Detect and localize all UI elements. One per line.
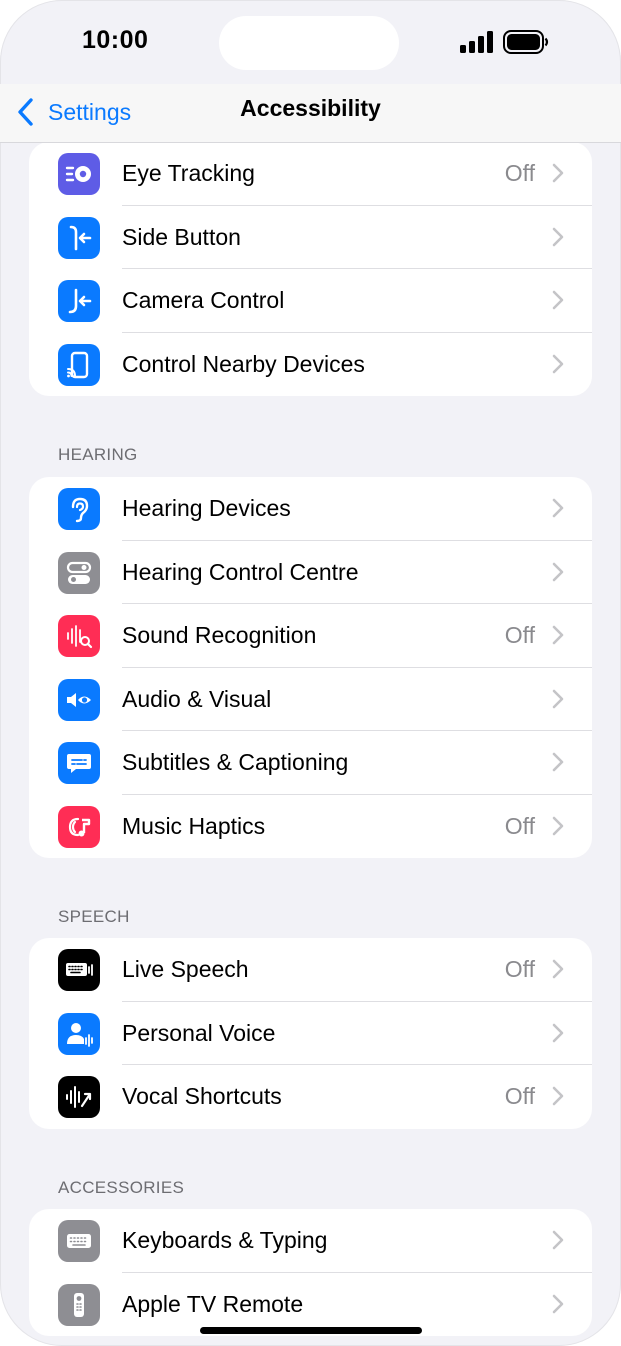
- row-value: Off: [504, 160, 535, 186]
- captions-icon: [58, 742, 100, 784]
- list-item-eye-tracking[interactable]: Eye Tracking Off: [29, 143, 592, 206]
- list-item-live-speech[interactable]: Live Speech Off: [29, 938, 592, 1002]
- row-label: Eye Tracking: [122, 160, 255, 186]
- list-item-keyboards-typing[interactable]: Keyboards & Typing: [29, 1209, 592, 1273]
- phone-screen: 10:00 Settings Accessibility Eye Trackin…: [0, 0, 621, 1346]
- row-label: Subtitles & Captioning: [122, 749, 349, 775]
- row-value: Off: [504, 622, 535, 648]
- section-header-hearing: HEARING: [58, 445, 138, 464]
- nearby-devices-icon: [58, 343, 100, 386]
- page-title: Accessibility: [240, 95, 381, 121]
- chevron-right-icon: [552, 290, 564, 310]
- list-item-subtitles-captioning[interactable]: Subtitles & Captioning: [29, 731, 592, 795]
- navigation-bar: Settings Accessibility: [0, 84, 621, 143]
- list-item-side-button[interactable]: Side Button: [29, 206, 592, 269]
- row-label: Hearing Control Centre: [122, 558, 359, 585]
- chevron-right-icon: [552, 689, 564, 708]
- list-item-control-nearby-devices[interactable]: Control Nearby Devices: [29, 333, 592, 397]
- chevron-right-icon: [552, 1294, 564, 1313]
- row-label: Side Button: [122, 223, 241, 250]
- home-indicator[interactable]: [200, 1327, 422, 1334]
- accessories-group: Keyboards & Typing Apple TV Remote: [29, 1209, 592, 1336]
- list-item-vocal-shortcuts[interactable]: Vocal Shortcuts Off: [29, 1065, 592, 1129]
- keyboard-wave-icon: [58, 949, 100, 991]
- chevron-right-icon: [552, 625, 564, 645]
- status-time: 10:00: [82, 26, 149, 54]
- battery-icon: [503, 30, 549, 54]
- section-header-accessories: ACCESSORIES: [58, 1178, 185, 1197]
- chevron-right-icon: [552, 752, 564, 772]
- chevron-right-icon: [552, 1086, 564, 1106]
- settings-list[interactable]: Eye Tracking Off Side Button Camera Cont…: [0, 143, 621, 1346]
- row-label: Control Nearby Devices: [122, 350, 365, 377]
- keyboard-icon: [58, 1220, 100, 1262]
- list-item-camera-control[interactable]: Camera Control: [29, 269, 592, 333]
- chevron-right-icon: [552, 354, 564, 373]
- waveform-arrow-icon: [58, 1076, 100, 1118]
- list-item-personal-voice[interactable]: Personal Voice: [29, 1002, 592, 1065]
- eye-tracking-icon: [58, 153, 100, 195]
- row-label: Keyboards & Typing: [122, 1227, 328, 1253]
- row-label: Personal Voice: [122, 1019, 276, 1046]
- list-item-hearing-devices[interactable]: Hearing Devices: [29, 477, 592, 541]
- row-label: Hearing Devices: [122, 495, 291, 521]
- row-label: Sound Recognition: [122, 622, 317, 648]
- row-label: Audio & Visual: [122, 685, 272, 712]
- row-value: Off: [504, 812, 535, 839]
- person-wave-icon: [58, 1012, 100, 1055]
- audio-visual-icon: [58, 678, 100, 721]
- ear-icon: [58, 488, 100, 530]
- remote-icon: [58, 1283, 100, 1326]
- section-header-speech: SPEECH: [58, 907, 130, 926]
- speech-group: Live Speech Off Personal Voice Vocal Sho…: [29, 938, 592, 1129]
- list-item-music-haptics[interactable]: Music Haptics Off: [29, 795, 592, 859]
- chevron-right-icon: [552, 1023, 564, 1042]
- row-label: Vocal Shortcuts: [122, 1083, 282, 1109]
- list-item-audio-visual[interactable]: Audio & Visual: [29, 668, 592, 731]
- camera-control-icon: [58, 280, 100, 322]
- hearing-group: Hearing Devices Hearing Control Centre S…: [29, 477, 592, 858]
- chevron-right-icon: [552, 227, 564, 246]
- chevron-right-icon: [552, 1230, 564, 1250]
- music-haptics-icon: [58, 805, 100, 848]
- chevron-right-icon: [552, 959, 564, 979]
- row-label: Live Speech: [122, 956, 249, 982]
- list-item-sound-recognition[interactable]: Sound Recognition Off: [29, 604, 592, 668]
- status-bar: 10:00: [0, 0, 621, 84]
- sound-recognition-icon: [58, 615, 100, 657]
- chevron-right-icon: [552, 163, 564, 183]
- row-value: Off: [504, 956, 535, 982]
- cellular-signal-icon: [460, 31, 493, 53]
- toggles-icon: [58, 551, 100, 594]
- row-label: Camera Control: [122, 287, 285, 313]
- chevron-right-icon: [552, 498, 564, 518]
- chevron-right-icon: [552, 562, 564, 581]
- dynamic-island: [219, 16, 399, 70]
- chevron-right-icon: [552, 816, 564, 835]
- list-item-hearing-control-centre[interactable]: Hearing Control Centre: [29, 541, 592, 604]
- side-button-icon: [58, 216, 100, 259]
- row-label: Music Haptics: [122, 812, 266, 839]
- interaction-group: Eye Tracking Off Side Button Camera Cont…: [29, 143, 592, 396]
- row-value: Off: [504, 1083, 535, 1109]
